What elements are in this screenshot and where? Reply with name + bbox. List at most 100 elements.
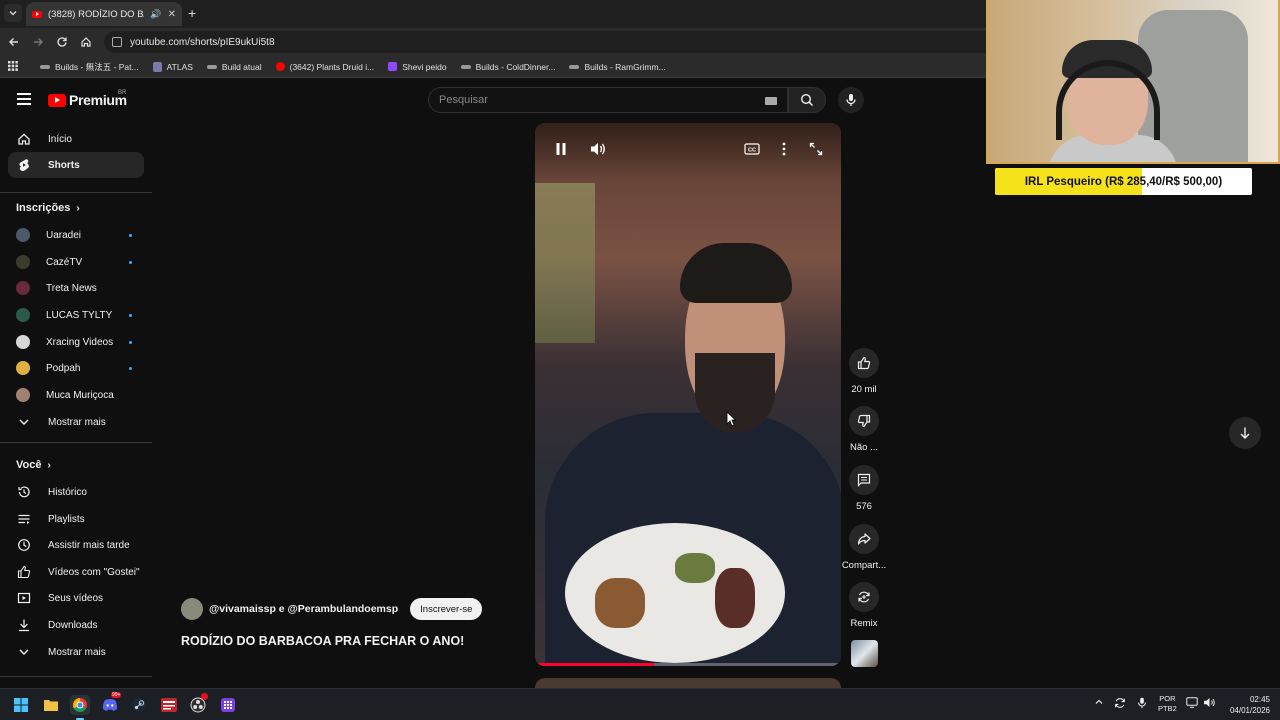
sidebar-item-history[interactable]: Histórico <box>8 479 144 505</box>
voice-search-button[interactable] <box>838 87 864 113</box>
channel-names[interactable]: @vivamaissp e @Perambulandoemsp <box>209 603 398 615</box>
sidebar-item-subscription[interactable]: LUCAS TYLTY <box>8 302 144 328</box>
channel-avatar <box>16 255 30 269</box>
search-button[interactable] <box>788 87 826 113</box>
video-progress-fill <box>535 663 655 666</box>
bookmark-item[interactable]: ATLAS <box>152 61 193 72</box>
keyboard-icon[interactable] <box>765 97 777 105</box>
thumb-up-icon <box>16 564 32 580</box>
windows-taskbar: 99+ POR PTB2 02:45 04/01/2026 <box>0 688 1280 720</box>
sidebar-item-shorts[interactable]: Shorts <box>8 152 144 178</box>
audio-playing-icon[interactable]: 🔊 <box>150 9 161 20</box>
channel-avatar <box>16 281 30 295</box>
sync-icon[interactable] <box>1114 697 1126 709</box>
site-info-icon[interactable] <box>112 37 122 47</box>
sidebar-item-subscription[interactable]: Uaradei <box>8 222 144 248</box>
input-language-indicator[interactable]: POR PTB2 <box>1158 694 1177 714</box>
apps-grid-icon[interactable] <box>8 60 18 73</box>
more-options-button[interactable] <box>775 140 793 158</box>
search-box[interactable] <box>428 87 788 113</box>
shorts-video-player[interactable]: CC <box>535 123 841 666</box>
captions-button[interactable]: CC <box>743 140 761 158</box>
share-button[interactable] <box>849 524 879 554</box>
sound-thumbnail[interactable] <box>851 640 878 667</box>
search-icon <box>800 93 814 107</box>
discord-taskbar-button[interactable]: 99+ <box>100 692 122 715</box>
sidebar-item-playlists[interactable]: Playlists <box>8 506 144 532</box>
back-button[interactable] <box>6 34 22 50</box>
clock-time: 02:45 <box>1249 695 1270 704</box>
sidebar-item-downloads[interactable]: Downloads <box>8 612 144 638</box>
sidebar-item-subscription[interactable]: Xracing Videos <box>8 329 144 355</box>
taskbar-clock[interactable]: 02:45 04/01/2026 <box>1222 694 1270 716</box>
comments-button[interactable] <box>849 465 879 495</box>
bookmark-item[interactable]: Build atual <box>206 62 262 72</box>
discord-badge: 99+ <box>111 692 122 698</box>
sidebar-divider <box>0 442 152 443</box>
search-input[interactable] <box>439 94 759 106</box>
file-explorer-button[interactable] <box>41 695 61 715</box>
youtube-logo[interactable]: Premium <box>48 92 127 108</box>
next-video-button[interactable] <box>1229 417 1261 449</box>
chrome-taskbar-button[interactable] <box>70 695 90 715</box>
video-frame <box>595 578 645 628</box>
channel-avatar[interactable] <box>181 598 203 620</box>
volume-tray-icon[interactable] <box>1203 697 1216 708</box>
bookmark-item[interactable]: Shevi peido <box>388 62 447 72</box>
video-progress-bar[interactable] <box>535 663 841 666</box>
sidebar-item-subscription[interactable]: Treta News <box>8 275 144 301</box>
remix-button[interactable] <box>849 582 879 612</box>
arrow-down-icon <box>1240 427 1250 439</box>
sidebar-item-subscription[interactable]: Podpah <box>8 355 144 381</box>
pause-button[interactable] <box>552 140 570 158</box>
fullscreen-button[interactable] <box>807 140 825 158</box>
start-button[interactable] <box>11 695 31 715</box>
mouse-cursor-icon <box>726 411 736 427</box>
subscriptions-heading[interactable]: Inscrições › <box>16 202 80 214</box>
more-vertical-icon <box>782 142 786 156</box>
show-more-you[interactable]: Mostrar mais <box>8 639 144 665</box>
tab-search-button[interactable] <box>4 4 22 22</box>
sidebar-item-liked-videos[interactable]: Vídeos com "Gostei" <box>8 559 144 585</box>
volume-button[interactable] <box>589 140 607 158</box>
channel-avatar <box>16 228 30 242</box>
sidebar-item-home[interactable]: Início <box>8 126 144 152</box>
you-heading[interactable]: Você › <box>16 459 51 471</box>
forward-button[interactable] <box>30 34 46 50</box>
tray-overflow-icon[interactable] <box>1094 697 1104 707</box>
app-grid-taskbar-button[interactable] <box>218 695 238 715</box>
microphone-tray-icon[interactable] <box>1137 697 1147 709</box>
download-icon <box>16 617 32 633</box>
sidebar-item-subscription[interactable]: Muca Muriçoca <box>8 382 144 408</box>
player-controls: CC <box>535 123 841 179</box>
shorts-icon <box>16 157 32 173</box>
arrow-right-icon <box>34 38 43 46</box>
sidebar-item-your-videos[interactable]: Seus vídeos <box>8 585 144 611</box>
svg-text:CC: CC <box>748 148 756 154</box>
close-tab-icon[interactable]: ✕ <box>168 9 176 20</box>
streaming-app-button[interactable] <box>159 695 179 715</box>
steam-taskbar-button[interactable] <box>129 695 149 715</box>
sidebar-item-label: Shorts <box>48 159 80 171</box>
obs-taskbar-button[interactable] <box>188 693 208 715</box>
show-more-subscriptions[interactable]: Mostrar mais <box>8 409 144 435</box>
comment-count: 576 <box>856 501 872 512</box>
new-tab-button[interactable]: + <box>188 5 196 21</box>
bookmark-item[interactable]: Builds - 無法五 - Pat... <box>40 61 139 73</box>
reload-button[interactable] <box>54 34 70 50</box>
bookmark-item[interactable]: Builds - RamGrimm... <box>569 62 666 72</box>
youtube-icon <box>275 62 285 71</box>
like-button[interactable] <box>849 348 879 378</box>
bookmark-item[interactable]: (3642) Plants Druid i... <box>275 62 374 72</box>
active-tab[interactable]: (3828) RODÍZIO DO BARBA 🔊 ✕ <box>26 2 182 26</box>
home-button[interactable] <box>78 34 94 50</box>
menu-icon[interactable] <box>17 93 31 105</box>
sidebar-item-subscription[interactable]: CazéTV <box>8 249 144 275</box>
thumb-down-icon <box>857 414 871 428</box>
display-icon[interactable] <box>1186 697 1198 708</box>
chevron-right-icon: › <box>47 459 51 471</box>
dislike-button[interactable] <box>849 406 879 436</box>
bookmark-item[interactable]: Builds - ColdDinner... <box>460 62 555 72</box>
subscribe-button[interactable]: Inscrever-se <box>410 598 483 620</box>
sidebar-item-watch-later[interactable]: Assistir mais tarde <box>8 532 144 558</box>
